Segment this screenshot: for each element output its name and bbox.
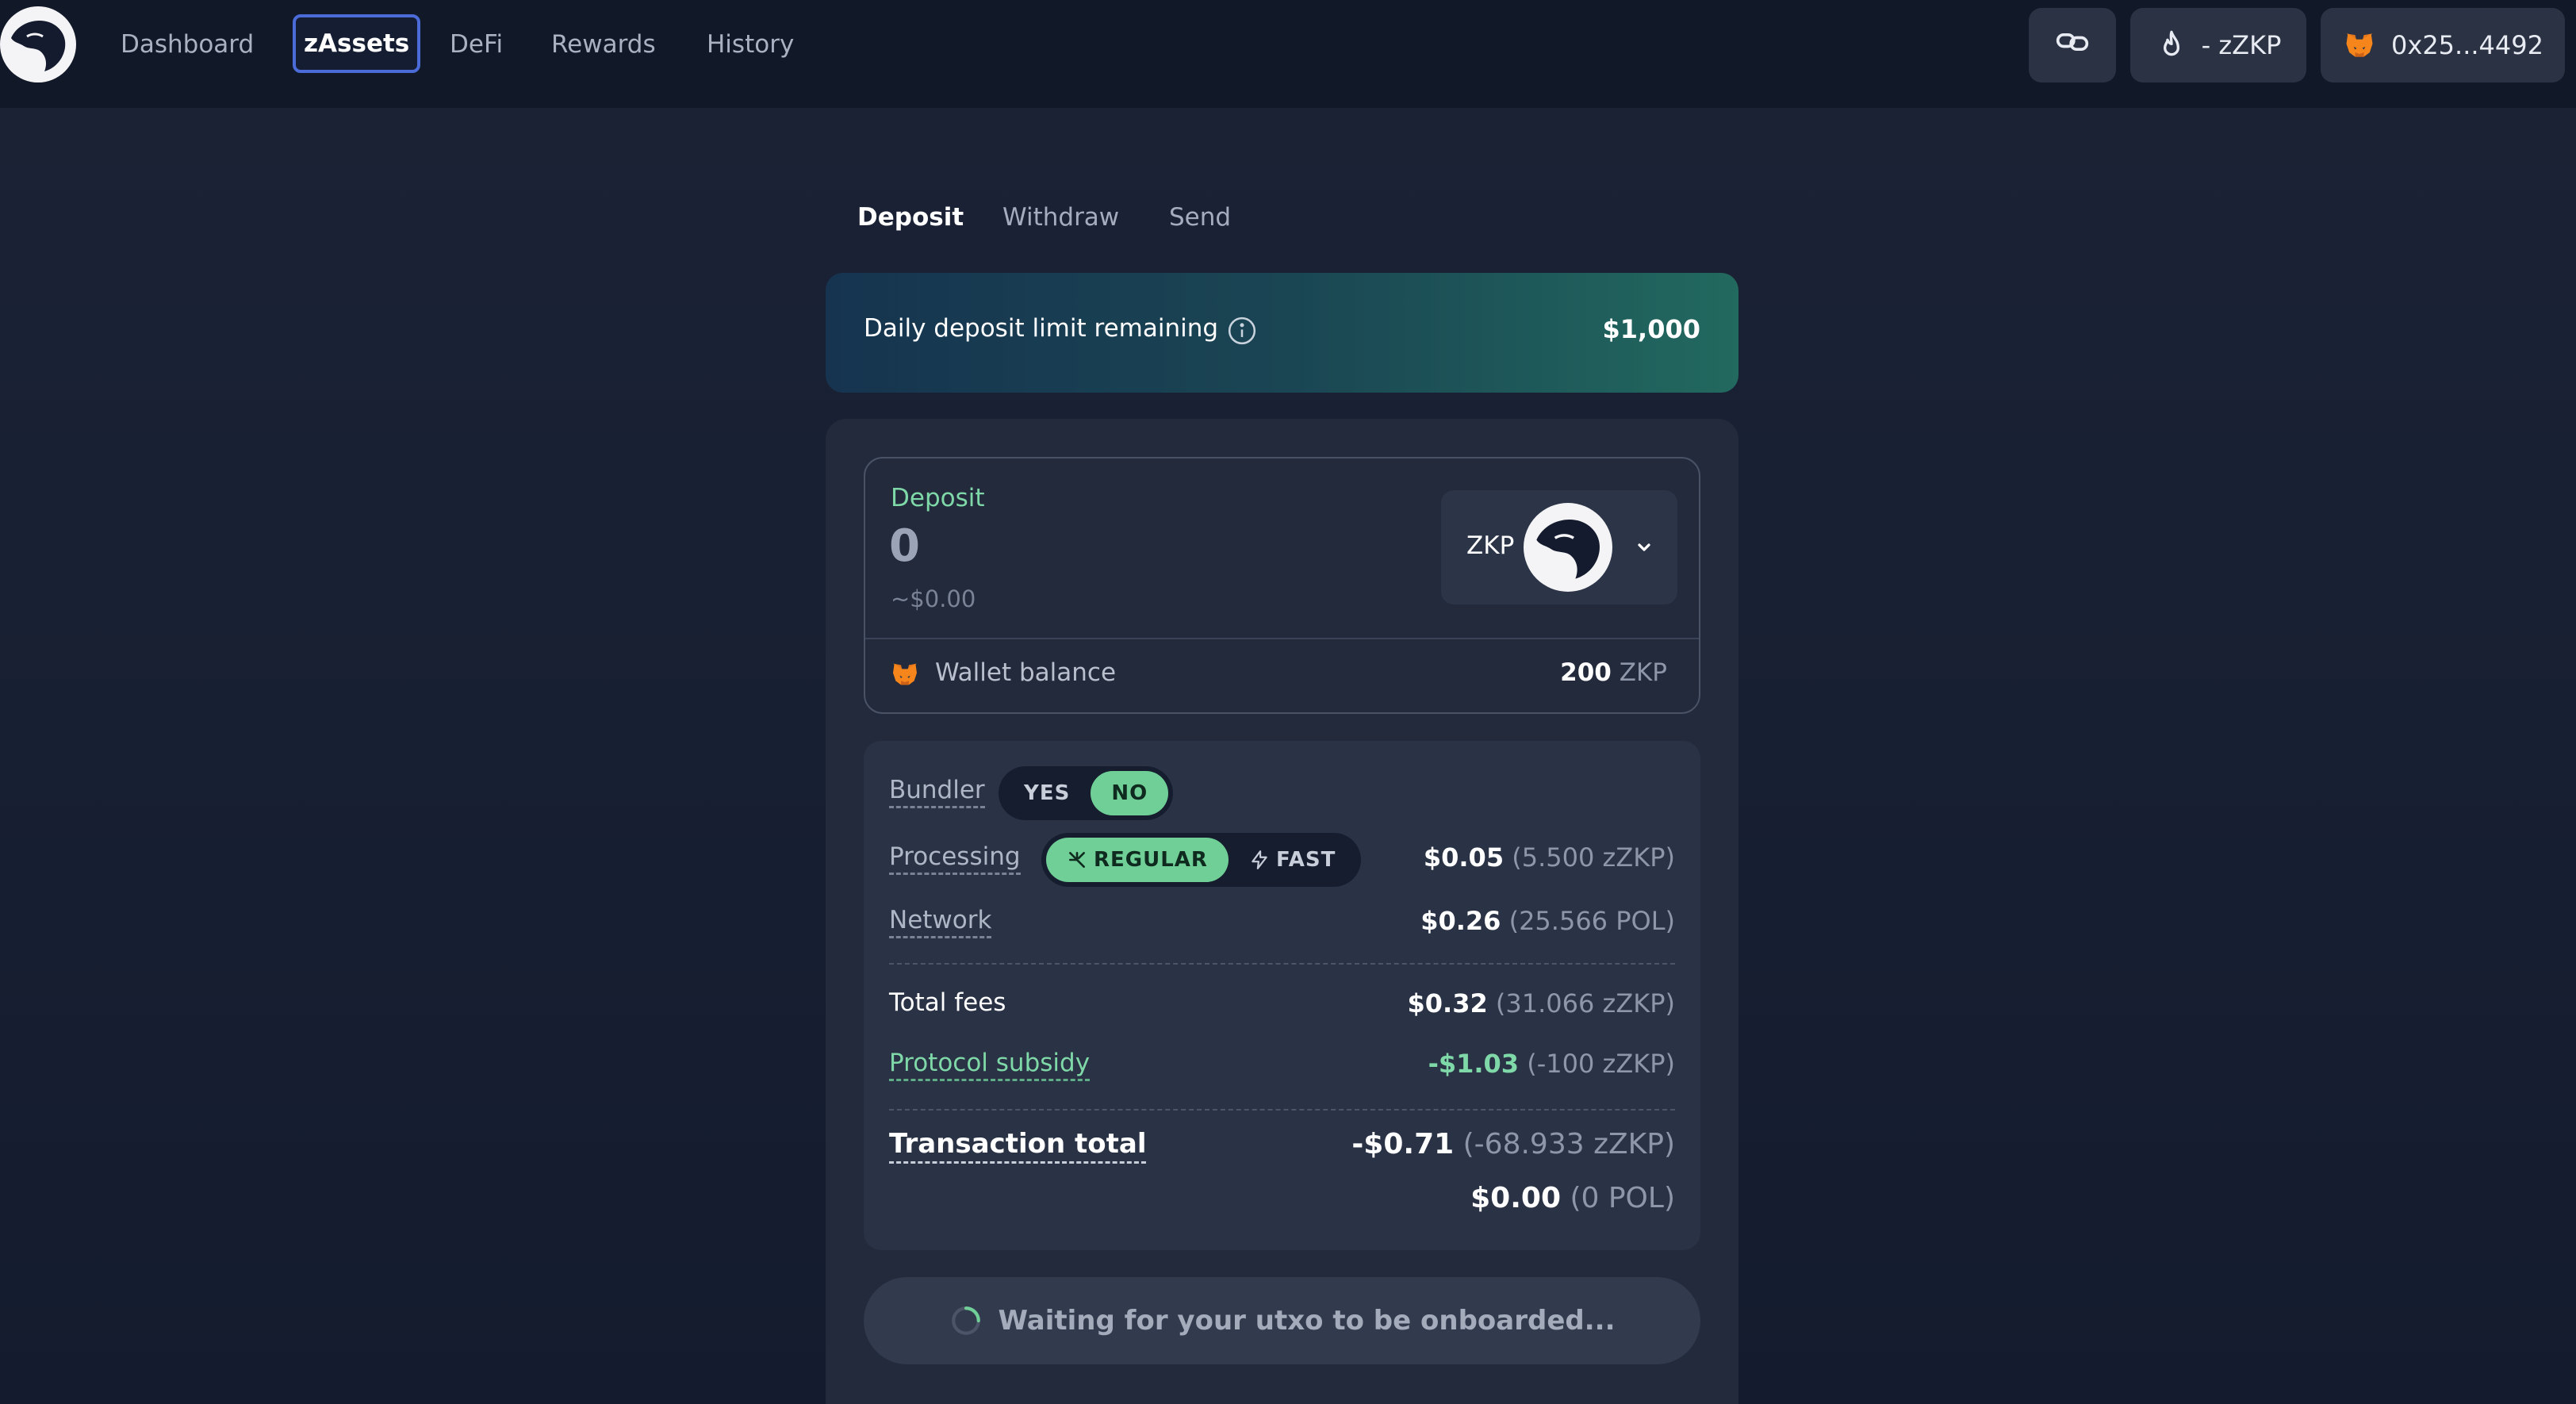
processing-fast-option[interactable]: FAST xyxy=(1229,838,1356,882)
nav-dashboard[interactable]: Dashboard xyxy=(121,25,254,63)
chevron-down-icon xyxy=(1630,533,1658,565)
lightning-icon xyxy=(1252,850,1267,869)
processing-fee-usd: $0.05 xyxy=(1423,842,1505,873)
processing-fee-token: (5.500 zZKP) xyxy=(1512,842,1675,873)
processing-label[interactable]: Processing xyxy=(889,842,1021,875)
spinner-icon xyxy=(951,1306,980,1335)
nav-history[interactable]: History xyxy=(707,25,794,63)
wallet-balance-unit: ZKP xyxy=(1619,658,1667,687)
zkp-token-icon xyxy=(1524,503,1612,592)
nav-zassets[interactable]: zAssets xyxy=(293,14,421,73)
protocol-subsidy-label[interactable]: Protocol subsidy xyxy=(889,1049,1091,1081)
transaction-total-pol-value: $0.00 (0 POL) xyxy=(1470,1182,1675,1214)
snail-icon xyxy=(1069,852,1085,868)
transaction-total-pol-token: (0 POL) xyxy=(1570,1182,1675,1214)
deposit-input-box: Deposit 0 ~$0.00 ZKP Wallet balance 200 … xyxy=(864,457,1700,714)
total-fees-value: $0.32 (31.066 zZKP) xyxy=(1408,988,1676,1018)
protocol-subsidy-value: -$1.03 (-100 zZKP) xyxy=(1428,1049,1675,1079)
processing-fast-label: FAST xyxy=(1275,848,1336,872)
divider xyxy=(865,638,1699,639)
waiting-onboard-button[interactable]: Waiting for your utxo to be onboarded... xyxy=(864,1277,1700,1364)
network-fee-value: $0.26 (25.566 POL) xyxy=(1420,906,1675,936)
tab-withdraw[interactable]: Withdraw xyxy=(1002,203,1119,232)
points-label: - zZKP xyxy=(2201,30,2282,60)
wallet-address: 0x25...4492 xyxy=(2391,30,2543,60)
transaction-total-label[interactable]: Transaction total xyxy=(889,1128,1147,1164)
metamask-fox-icon xyxy=(2342,28,2377,63)
network-fee-token: (25.566 POL) xyxy=(1508,906,1675,936)
deposit-card: Deposit 0 ~$0.00 ZKP Wallet balance 200 … xyxy=(826,419,1738,1404)
bundler-label[interactable]: Bundler xyxy=(889,776,985,808)
panther-logo-icon[interactable] xyxy=(0,6,76,82)
network-label[interactable]: Network xyxy=(889,906,992,938)
divider xyxy=(889,1109,1675,1111)
waiting-label: Waiting for your utxo to be onboarded... xyxy=(998,1305,1616,1337)
flame-icon xyxy=(2156,29,2187,61)
bundler-yes-option[interactable]: YES xyxy=(1003,771,1091,815)
deposit-label: Deposit xyxy=(891,484,985,512)
link-icon xyxy=(2055,25,2090,66)
transaction-total-token: (-68.933 zZKP) xyxy=(1462,1128,1675,1160)
info-icon[interactable] xyxy=(1227,316,1257,349)
network-fee-usd: $0.26 xyxy=(1420,906,1501,936)
fees-panel: Bundler YES NO Processing REGULAR FAST $… xyxy=(864,741,1700,1250)
wallet-balance-value: 200 ZKP xyxy=(1560,658,1667,687)
daily-limit-amount: $1,000 xyxy=(1602,314,1700,344)
points-button[interactable]: - zZKP xyxy=(2130,8,2306,82)
processing-regular-label: REGULAR xyxy=(1094,848,1208,872)
metamask-fox-icon xyxy=(889,658,921,693)
wallet-button[interactable]: 0x25...4492 xyxy=(2321,8,2565,82)
deposit-usd-value: ~$0.00 xyxy=(891,585,976,612)
deposit-amount-input[interactable]: 0 xyxy=(889,520,920,572)
top-navbar: Dashboard zAssets DeFi Rewards History -… xyxy=(0,0,2576,108)
divider xyxy=(889,963,1675,965)
wallet-balance-label: Wallet balance xyxy=(935,658,1117,687)
transaction-total-value: -$0.71 (-68.933 zZKP) xyxy=(1351,1128,1675,1160)
protocol-subsidy-usd: -$1.03 xyxy=(1428,1049,1520,1079)
link-button[interactable] xyxy=(2029,8,2116,82)
daily-limit-label: Daily deposit limit remaining xyxy=(864,314,1219,343)
daily-limit-banner: Daily deposit limit remaining $1,000 xyxy=(826,273,1738,393)
wallet-balance-amount: 200 xyxy=(1560,658,1612,687)
total-fees-token: (31.066 zZKP) xyxy=(1495,988,1675,1018)
tab-deposit[interactable]: Deposit xyxy=(857,203,964,232)
tab-send[interactable]: Send xyxy=(1169,203,1231,232)
total-fees-usd: $0.32 xyxy=(1407,988,1488,1018)
total-fees-label: Total fees xyxy=(889,988,1006,1017)
nav-defi[interactable]: DeFi xyxy=(450,25,503,63)
token-selector[interactable]: ZKP xyxy=(1441,490,1677,604)
transaction-total-usd: -$0.71 xyxy=(1351,1128,1455,1160)
transaction-total-pol-usd: $0.00 xyxy=(1470,1182,1561,1214)
processing-regular-option[interactable]: REGULAR xyxy=(1046,838,1229,882)
processing-fee-value: $0.05 (5.500 zZKP) xyxy=(1424,842,1675,873)
nav-rewards[interactable]: Rewards xyxy=(551,25,656,63)
processing-toggle[interactable]: REGULAR FAST xyxy=(1041,833,1362,887)
bundler-no-option[interactable]: NO xyxy=(1091,771,1169,815)
token-symbol: ZKP xyxy=(1466,531,1515,560)
protocol-subsidy-token: (-100 zZKP) xyxy=(1527,1049,1675,1079)
bundler-toggle[interactable]: YES NO xyxy=(999,766,1174,820)
